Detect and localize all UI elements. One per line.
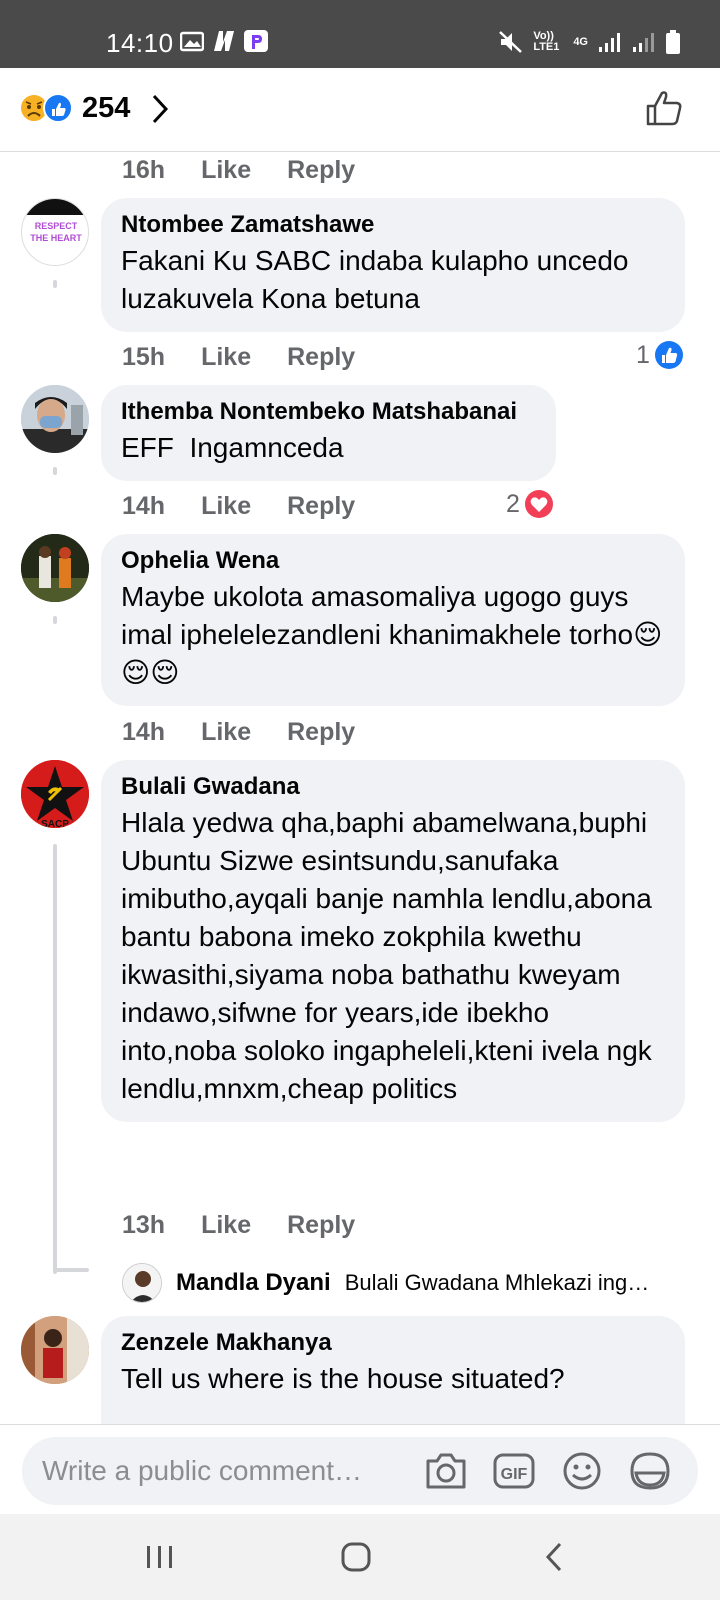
image-icon — [180, 31, 204, 52]
signal-2-icon — [633, 33, 654, 52]
network-label: Vo)) LTE1 — [533, 30, 560, 53]
comment-time: 15h — [122, 343, 166, 371]
svg-text:GIF: GIF — [501, 1466, 528, 1483]
reply-link[interactable]: Reply — [287, 492, 355, 521]
avatar-image — [21, 1316, 89, 1384]
avatar-image — [21, 385, 89, 453]
avatar-image: SACP — [21, 760, 89, 828]
status-left-icons — [180, 30, 268, 52]
comment-input[interactable]: Write a public comment… GIF — [22, 1437, 698, 1505]
like-reaction-icon — [654, 341, 683, 369]
avatar-respect-line1: RESPECT — [35, 221, 78, 231]
comment-author[interactable]: Ithemba Nontembeko Matshabanai — [121, 397, 536, 427]
like-link[interactable]: Like — [201, 343, 251, 372]
reaction-count: 254 — [82, 92, 131, 124]
netflix-n-icon — [214, 31, 234, 51]
emoji-icon[interactable] — [560, 1451, 604, 1491]
avatar-respect-line2: THE HEART — [30, 233, 82, 243]
thread-line-branch — [53, 1268, 89, 1272]
reply-link[interactable]: Reply — [287, 718, 355, 747]
chevron-right-icon[interactable] — [150, 92, 170, 126]
status-bar: 14:10 Vo)) LTE1 4G — [0, 0, 720, 68]
comment-time: 13h — [122, 1211, 166, 1239]
comment-bubble[interactable]: Ithemba Nontembeko Matshabanai EFF Ingam… — [101, 385, 556, 481]
thread-line — [53, 844, 57, 1274]
like-link[interactable]: Like — [201, 492, 251, 521]
comment-meta: 15h Like Reply — [122, 343, 355, 372]
reply-link[interactable]: Reply — [287, 156, 355, 185]
reply-text: Bulali Gwadana Mhlekazi ing… — [344, 1270, 650, 1295]
status-right-icons: Vo)) LTE1 4G — [497, 30, 680, 54]
reaction-emojis — [19, 93, 73, 123]
network-type: 4G — [573, 36, 588, 48]
comment-reaction[interactable]: 1 — [636, 340, 684, 370]
comment-meta: 14h Like Reply — [122, 492, 355, 521]
like-link[interactable]: Like — [201, 1211, 251, 1240]
comment-author[interactable]: Ntombee Zamatshawe — [121, 210, 665, 240]
signal-icon — [599, 33, 620, 52]
reply-author: Mandla Dyani — [176, 1269, 331, 1296]
reply-preview[interactable]: Mandla Dyani Bulali Gwadana Mhlekazi ing… — [122, 1263, 649, 1303]
comment-author[interactable]: Zenzele Makhanya — [121, 1328, 665, 1358]
avatar[interactable] — [21, 385, 89, 453]
comment-text: EFF Ingamnceda — [121, 432, 344, 463]
comment-bubble[interactable]: Bulali Gwadana Hlala yedwa qha,baphi aba… — [101, 760, 685, 1122]
avatar[interactable]: SACP — [21, 760, 89, 828]
comment-bubble[interactable]: Ophelia Wena Maybe ukolota amasomaliya u… — [101, 534, 685, 706]
pinterest-p-icon — [244, 30, 268, 52]
comment-reaction[interactable]: 2 — [506, 489, 554, 519]
reaction-summary-bar[interactable]: 254 — [0, 68, 720, 152]
reply-avatar — [122, 1263, 162, 1303]
comment-time: 14h — [122, 492, 166, 520]
system-nav-bar — [0, 1514, 720, 1600]
battery-icon — [666, 30, 680, 54]
reply-link[interactable]: Reply — [287, 1211, 355, 1240]
avatar-sacp-label: SACP — [41, 819, 69, 828]
like-emoji-icon — [43, 93, 73, 123]
avatar-image — [21, 534, 89, 602]
like-outline-icon[interactable] — [644, 88, 684, 128]
comment-time: 16h — [122, 156, 166, 184]
comment-text: Maybe ukolota amasomaliya ugogo guys ima… — [121, 581, 663, 688]
sticker-icon[interactable] — [628, 1451, 672, 1491]
comment-meta: 14h Like Reply — [122, 718, 355, 747]
gif-icon[interactable]: GIF — [492, 1451, 536, 1491]
back-icon[interactable] — [534, 1540, 574, 1574]
like-link[interactable]: Like — [201, 156, 251, 185]
reaction-number: 2 — [506, 489, 520, 518]
avatar-image — [123, 1264, 161, 1302]
comment-meta-top: 16h Like Reply — [122, 156, 355, 185]
comment-input-placeholder: Write a public comment… — [42, 1455, 363, 1486]
avatar[interactable] — [21, 534, 89, 602]
camera-icon[interactable] — [424, 1451, 468, 1491]
comment-author[interactable]: Ophelia Wena — [121, 546, 665, 576]
thread-dot — [53, 616, 57, 624]
home-icon[interactable] — [336, 1540, 376, 1574]
comment-time: 14h — [122, 718, 166, 746]
like-link[interactable]: Like — [201, 718, 251, 747]
love-reaction-icon — [524, 490, 553, 518]
mute-icon — [499, 31, 523, 53]
avatar[interactable]: RESPECT THE HEART — [21, 198, 89, 266]
reply-link[interactable]: Reply — [287, 343, 355, 372]
comment-author[interactable]: Bulali Gwadana — [121, 772, 665, 802]
thread-dot — [53, 467, 57, 475]
status-time: 14:10 — [106, 28, 174, 58]
comment-text: Tell us where is the house situated? — [121, 1363, 565, 1394]
comment-text: Fakani Ku SABC indaba kulapho uncedo luz… — [121, 245, 629, 314]
reaction-number: 1 — [636, 340, 650, 369]
avatar[interactable] — [21, 1316, 89, 1384]
comments-sheet: 254 16h Like Reply RESPECT THE HEART Nto… — [0, 68, 720, 1514]
comment-composer: Write a public comment… GIF — [0, 1424, 720, 1514]
comment-meta: 13h Like Reply — [122, 1211, 355, 1240]
avatar-image: RESPECT THE HEART — [22, 199, 88, 243]
recent-apps-icon[interactable] — [140, 1540, 180, 1574]
comment-bubble[interactable]: Ntombee Zamatshawe Fakani Ku SABC indaba… — [101, 198, 685, 332]
thread-dot — [53, 280, 57, 288]
comment-text: Hlala yedwa qha,baphi abamelwana,buphi U… — [121, 807, 652, 1104]
